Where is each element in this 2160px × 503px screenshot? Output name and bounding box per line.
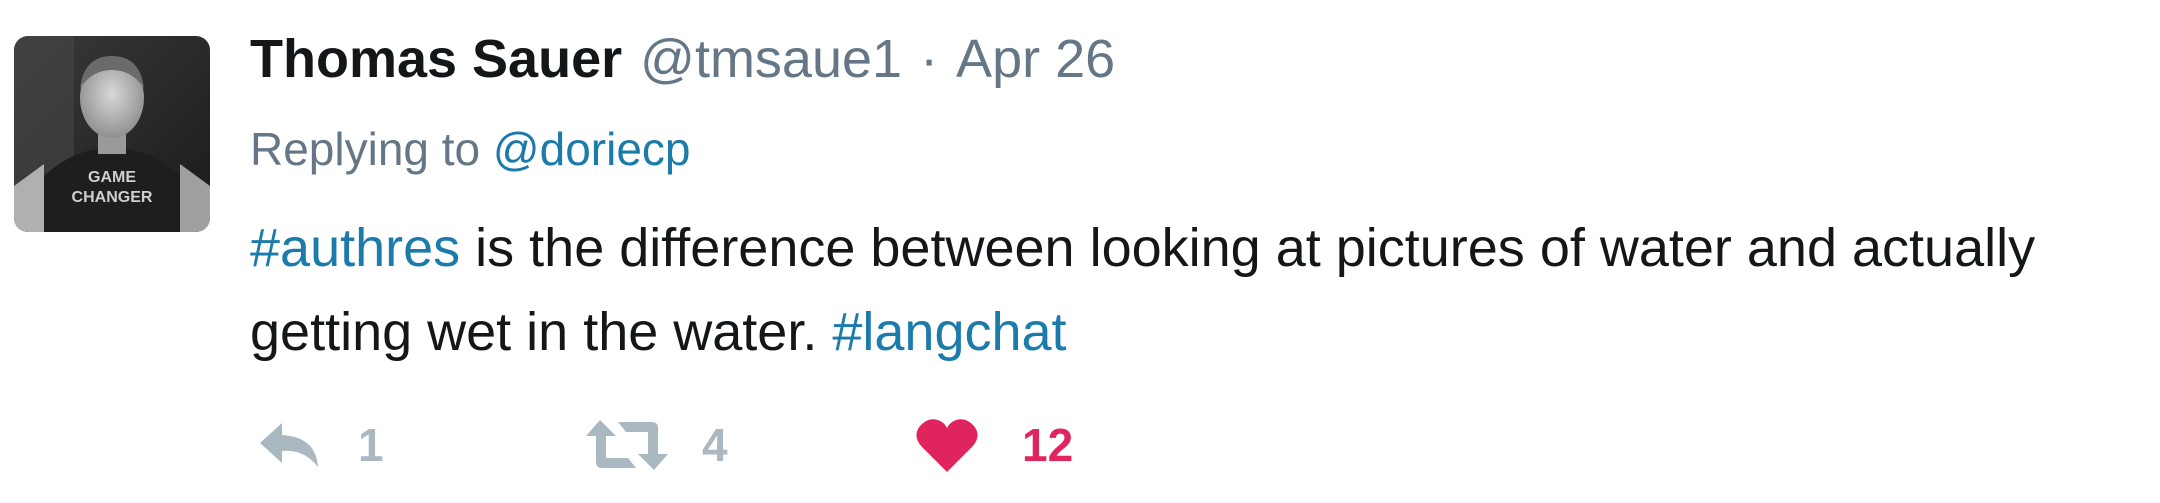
like-button[interactable]: 12 [916,405,1073,485]
avatar[interactable]: GAME CHANGER [14,36,210,232]
svg-text:CHANGER: CHANGER [72,189,153,206]
tweet-text-line-1: #authres is the difference between looki… [250,206,2130,290]
hashtag-link-authres[interactable]: #authres [250,218,460,278]
tweet-text: #authres is the difference between looki… [250,206,2130,374]
avatar-photo: GAME CHANGER [14,36,210,232]
reply-button[interactable]: 1 [256,405,384,485]
tweet-card: GAME CHANGER Thomas Sauer @tmsaue1 · Apr… [0,0,2160,503]
author-screen-name[interactable]: @tmsaue1 [640,28,902,90]
reply-icon [260,423,318,467]
like-count: 12 [1022,419,1074,471]
reply-context: Replying to @doriecp [250,122,691,176]
header-separator: · [920,29,939,89]
author-full-name[interactable]: Thomas Sauer [250,28,622,90]
reply-mention-link[interactable]: @doriecp [493,123,691,175]
retweet-icon [586,420,668,470]
retweet-button[interactable]: 4 [586,405,728,485]
tweet-text-line-2: getting wet in the water. #langchat [250,290,2130,374]
retweet-count: 4 [702,419,728,471]
tweet-text-segment-2: getting wet in the water. [250,302,833,362]
tweet-header: Thomas Sauer @tmsaue1 · Apr 26 [250,28,1115,98]
tweet-text-segment-1: is the difference between looking at pic… [460,218,2036,278]
hashtag-link-langchat[interactable]: #langchat [832,302,1066,362]
heart-icon [916,419,978,472]
svg-text:GAME: GAME [88,169,136,186]
reply-count: 1 [358,419,384,471]
reply-context-prefix: Replying to [250,123,481,175]
tweet-timestamp[interactable]: Apr 26 [956,28,1115,90]
